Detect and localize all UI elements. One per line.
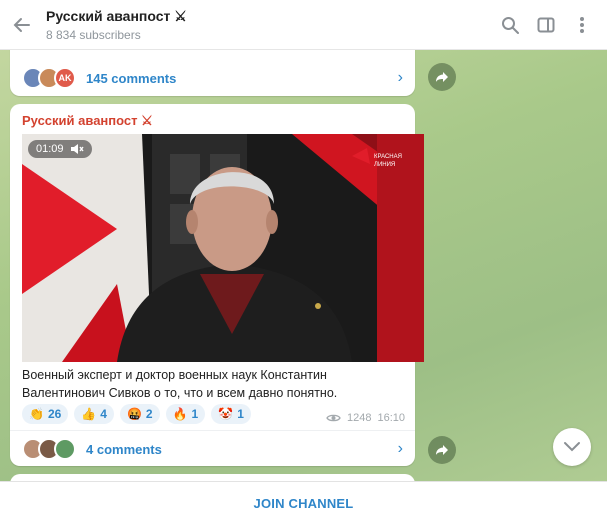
video-player[interactable]: КРАСНАЯ ЛИНИЯ 01:09 <box>22 134 424 362</box>
comments-row[interactable]: 4 comments › <box>10 431 415 467</box>
subscriber-count: 8 834 subscribers <box>46 27 141 42</box>
share-button[interactable] <box>428 436 456 464</box>
post-sender[interactable]: Русский аванпост ⚔ <box>22 113 153 129</box>
more-vert-icon <box>580 16 584 33</box>
chevron-right-icon: › <box>397 69 403 86</box>
video-frame: КРАСНАЯ ЛИНИЯ <box>22 134 424 362</box>
comments-link: 145 comments <box>86 70 177 86</box>
reaction-clap[interactable]: 👏 26 <box>22 404 69 424</box>
reaction-clown[interactable]: 🤡 1 <box>211 404 251 424</box>
arrow-left-icon <box>13 17 30 32</box>
avatar: AK <box>54 67 76 89</box>
commenter-avatars: AK <box>22 67 76 89</box>
reaction-thumbs-up[interactable]: 👍 4 <box>74 404 114 424</box>
sidebar-toggle-button[interactable] <box>535 14 557 36</box>
more-menu-button[interactable] <box>571 14 593 36</box>
post-caption: Военный эксперт и доктор военных наук Ко… <box>22 368 338 400</box>
muted-speaker-icon[interactable] <box>70 143 84 155</box>
chevron-right-icon: › <box>397 440 403 457</box>
share-button[interactable] <box>428 63 456 91</box>
channel-title: Русский аванпост ⚔ <box>46 7 187 24</box>
reactions-bar: 👏 26 👍 4 🤬 2 🔥 1 🤡 1 <box>22 404 251 424</box>
post-bubble: Русский аванпост ⚔ КРАСНАЯ ЛИНИЯ 01:09 В… <box>10 104 424 467</box>
chat-header: Русский аванпост ⚔ 8 834 subscribers <box>0 0 607 50</box>
eye-icon <box>326 414 341 422</box>
channel-logo-text: КРАСНАЯ <box>374 154 402 160</box>
reaction-angry[interactable]: 🤬 2 <box>119 404 160 424</box>
join-bar: JOIN CHANNEL <box>0 481 607 525</box>
video-duration: 01:09 <box>36 143 64 155</box>
svg-text:ЛИНИЯ: ЛИНИЯ <box>374 162 395 168</box>
reaction-fire[interactable]: 🔥 1 <box>165 404 206 424</box>
comments-link: 4 comments <box>86 441 162 457</box>
share-icon <box>436 72 448 82</box>
scroll-to-bottom-button[interactable] <box>553 428 591 466</box>
search-icon <box>502 16 519 34</box>
chevron-down-icon <box>564 442 580 452</box>
video-duration-badge: 01:09 <box>28 140 92 158</box>
back-button[interactable] <box>0 0 44 50</box>
avatar <box>54 438 76 460</box>
commenter-avatars <box>22 438 76 460</box>
search-button[interactable] <box>499 14 521 36</box>
comments-row[interactable]: AK 145 comments › <box>10 60 415 96</box>
view-count: 1248 <box>346 412 372 424</box>
sidebar-toggle-icon <box>537 17 555 32</box>
share-icon <box>436 445 448 455</box>
post-meta: 1248 16:10 <box>326 412 405 424</box>
channel-info[interactable]: Русский аванпост ⚔ 8 834 subscribers <box>44 8 499 42</box>
join-channel-button[interactable]: JOIN CHANNEL <box>254 496 354 511</box>
post-time: 16:10 <box>377 412 405 424</box>
